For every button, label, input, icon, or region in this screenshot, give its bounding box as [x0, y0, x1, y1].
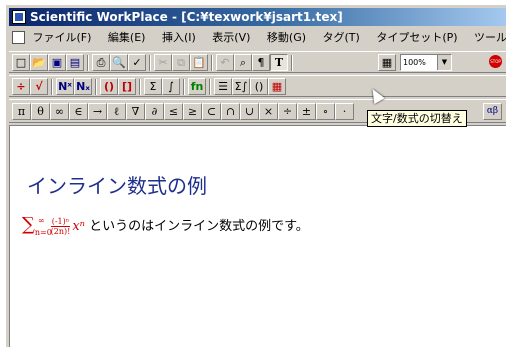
- grid-icon[interactable]: ▦: [268, 78, 286, 95]
- function-name-icon[interactable]: fn: [188, 78, 206, 95]
- symbol-intersection[interactable]: ∩: [221, 103, 240, 120]
- radical-icon[interactable]: √: [30, 78, 48, 95]
- zoom-select[interactable]: 100% ▼: [400, 54, 452, 71]
- symbol-pi[interactable]: π: [12, 103, 31, 120]
- menu-insert[interactable]: 挿入(I): [162, 31, 196, 44]
- paragraph-text: というのはインライン数式の例です。: [89, 219, 309, 234]
- copy-icon[interactable]: ⧉: [172, 54, 190, 71]
- toolbar-separator: [291, 55, 293, 71]
- menu-typeset[interactable]: タイプセット(P): [376, 31, 457, 44]
- save-all-icon[interactable]: ▤: [66, 54, 84, 71]
- symbol-divide[interactable]: ÷: [278, 103, 297, 120]
- paragraph-mark-icon[interactable]: ¶: [252, 54, 270, 71]
- toolbar-separator: [211, 55, 213, 71]
- symbol-subset[interactable]: ⊂: [202, 103, 221, 120]
- symbol-dot[interactable]: ·: [335, 103, 354, 120]
- stop-icon[interactable]: STOP: [489, 55, 502, 68]
- print-icon[interactable]: ⎙: [92, 54, 110, 71]
- symbol-leq[interactable]: ≤: [164, 103, 183, 120]
- delimiters-icon[interactable]: (): [250, 78, 268, 95]
- preview-icon[interactable]: 🔍: [110, 54, 128, 71]
- section-heading[interactable]: インライン数式の例: [27, 170, 207, 199]
- symbol-times[interactable]: ×: [259, 103, 278, 120]
- symbol-nabla[interactable]: ∇: [126, 103, 145, 120]
- toolbar-separator: [209, 79, 211, 95]
- matrix-icon[interactable]: ☰: [214, 78, 232, 95]
- symbol-circle[interactable]: ∘: [316, 103, 335, 120]
- math-term: xⁿ: [72, 219, 85, 234]
- menu-bar: ファイル(F) 編集(E) 挿入(I) 表示(V) 移動(G) タグ(T) タイ…: [9, 28, 506, 48]
- symbol-geq[interactable]: ≥: [183, 103, 202, 120]
- find-icon[interactable]: ⌕: [234, 54, 252, 71]
- menu-tools[interactable]: ツール(L): [474, 31, 506, 44]
- menu-go[interactable]: 移動(G): [267, 31, 306, 44]
- symbol-partial[interactable]: ∂: [145, 103, 164, 120]
- parentheses-icon[interactable]: (): [100, 78, 118, 95]
- document-area[interactable]: インライン数式の例 ∑n=0 ∞ (-1)ⁿ (2n)! xⁿ というのはインライン数…: [9, 125, 506, 347]
- table-icon[interactable]: ▦: [378, 54, 396, 71]
- app-logo-icon[interactable]: [12, 10, 26, 24]
- fraction-icon[interactable]: ÷: [12, 78, 30, 95]
- symbol-ell[interactable]: ℓ: [107, 103, 126, 120]
- save-disk-icon[interactable]: ▣: [48, 54, 66, 71]
- paragraph[interactable]: ∑n=0 ∞ (-1)ⁿ (2n)! xⁿ というのはインライン数式の例です。: [22, 214, 309, 237]
- brackets-icon[interactable]: []: [118, 78, 136, 95]
- symbol-element-of[interactable]: ∈: [69, 103, 88, 120]
- sum-symbol: ∑: [22, 214, 35, 235]
- symbol-right-arrow[interactable]: →: [88, 103, 107, 120]
- spellcheck-icon[interactable]: ✓: [128, 54, 146, 71]
- fraction-denominator: (2n)!: [50, 227, 71, 236]
- menu-tag[interactable]: タグ(T): [323, 31, 360, 44]
- new-document-icon[interactable]: □: [12, 54, 30, 71]
- toolbar-separator: [139, 79, 141, 95]
- text-math-toggle-icon[interactable]: T: [270, 54, 288, 71]
- symbol-union[interactable]: ∪: [240, 103, 259, 120]
- symbol-panel-greek[interactable]: αβ: [483, 103, 502, 120]
- menu-edit[interactable]: 編集(E): [108, 31, 146, 44]
- menu-file[interactable]: ファイル(F): [33, 31, 92, 44]
- sum-operator-icon[interactable]: Σ: [144, 78, 162, 95]
- menu-view[interactable]: 表示(V): [212, 31, 250, 44]
- toolbar-separator: [87, 55, 89, 71]
- toolbar-separator: [149, 55, 151, 71]
- fraction-numerator: (-1)ⁿ: [50, 217, 71, 227]
- open-folder-icon[interactable]: 📂: [30, 54, 48, 71]
- symbol-theta[interactable]: θ: [31, 103, 50, 120]
- document-menu-icon[interactable]: [12, 31, 25, 44]
- operator-icon[interactable]: Σ∫: [232, 78, 250, 95]
- subscript-icon[interactable]: Nₓ: [74, 78, 92, 95]
- toolbar-separator: [95, 79, 97, 95]
- fraction: (-1)ⁿ (2n)!: [50, 217, 71, 236]
- window-title: Scientific WorkPlace - [C:¥texwork¥jsart…: [30, 10, 343, 24]
- undo-icon[interactable]: ↶: [216, 54, 234, 71]
- integral-icon[interactable]: ∫: [162, 78, 180, 95]
- symbol-infinity[interactable]: ∞: [50, 103, 69, 120]
- tooltip: 文字/数式の切替え: [367, 110, 467, 127]
- paste-icon[interactable]: 📋: [190, 54, 208, 71]
- app-window: Scientific WorkPlace - [C:¥texwork¥jsart…: [5, 4, 506, 347]
- chevron-down-icon[interactable]: ▼: [437, 55, 451, 70]
- sum-upper-limit: ∞: [37, 216, 45, 225]
- inline-math[interactable]: ∑n=0 ∞ (-1)ⁿ (2n)! xⁿ: [22, 214, 85, 237]
- sum-lower-limit: n=0: [34, 228, 52, 237]
- toolbar-separator: [183, 79, 185, 95]
- standard-toolbar: □ 📂 ▣ ▤ ⎙ 🔍 ✓ ✂ ⧉ 📋 ↶ ⌕ ¶ T ▦ 100% ▼ STOP: [9, 51, 506, 73]
- superscript-icon[interactable]: Nˣ: [56, 78, 74, 95]
- title-bar: Scientific WorkPlace - [C:¥texwork¥jsart…: [9, 8, 506, 26]
- math-toolbar: ÷ √ Nˣ Nₓ () [] Σ ∫ fn ☰ Σ∫ () ▦: [9, 75, 506, 97]
- zoom-value: 100%: [403, 58, 426, 67]
- cut-icon[interactable]: ✂: [154, 54, 172, 71]
- toolbar-separator: [51, 79, 53, 95]
- symbol-plus-minus[interactable]: ±: [297, 103, 316, 120]
